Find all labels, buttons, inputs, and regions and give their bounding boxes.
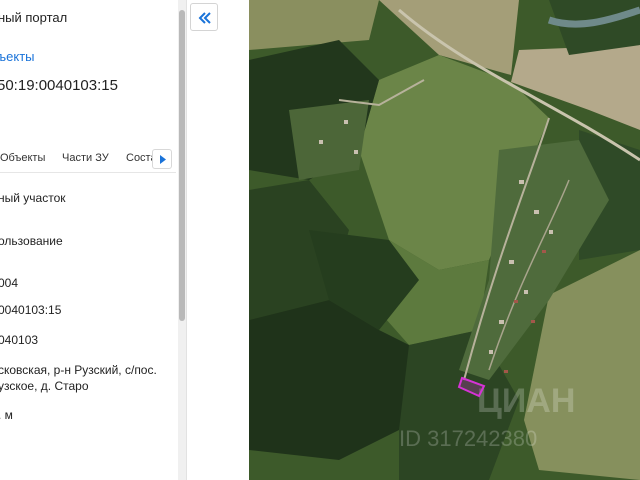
field-address-line-1: сковская, р-н Рузский, с/пос. <box>0 363 157 377</box>
tab-objects[interactable]: Объекты <box>0 152 45 164</box>
satellite-map[interactable]: ЦИАН ID 317242380 <box>249 0 640 480</box>
chevron-right-icon <box>160 155 166 164</box>
collapse-panel-button[interactable] <box>190 3 218 31</box>
tab-parts[interactable]: Части ЗУ <box>62 152 109 164</box>
panel-divider <box>186 0 187 480</box>
objects-link[interactable]: ъекты <box>0 49 35 64</box>
field-value-3: 040103 <box>0 333 39 347</box>
cadastral-number: 50:19:0040103:15 <box>0 77 118 94</box>
field-object-type: ный участок <box>0 191 66 205</box>
info-panel: ный портал ъекты 50:19:0040103:15 Объект… <box>0 0 186 480</box>
field-usage: ользование <box>0 234 63 248</box>
panel-scrollbar-thumb[interactable] <box>179 10 185 321</box>
field-area: . м <box>0 408 13 422</box>
tabs-scroll-right-button[interactable] <box>152 149 172 169</box>
portal-title: ный портал <box>0 10 68 25</box>
field-value-1: 004 <box>0 276 19 290</box>
watermark-id: ID 317242380 <box>399 426 537 451</box>
field-address-line-2: узское, д. Старо <box>0 379 89 393</box>
tabs-divider <box>0 172 176 173</box>
watermark-logo: ЦИАН <box>477 382 575 420</box>
satellite-imagery: ЦИАН ID 317242380 <box>249 0 640 480</box>
field-value-2: 0040103:15 <box>0 303 62 317</box>
double-chevron-left-icon <box>198 12 211 24</box>
